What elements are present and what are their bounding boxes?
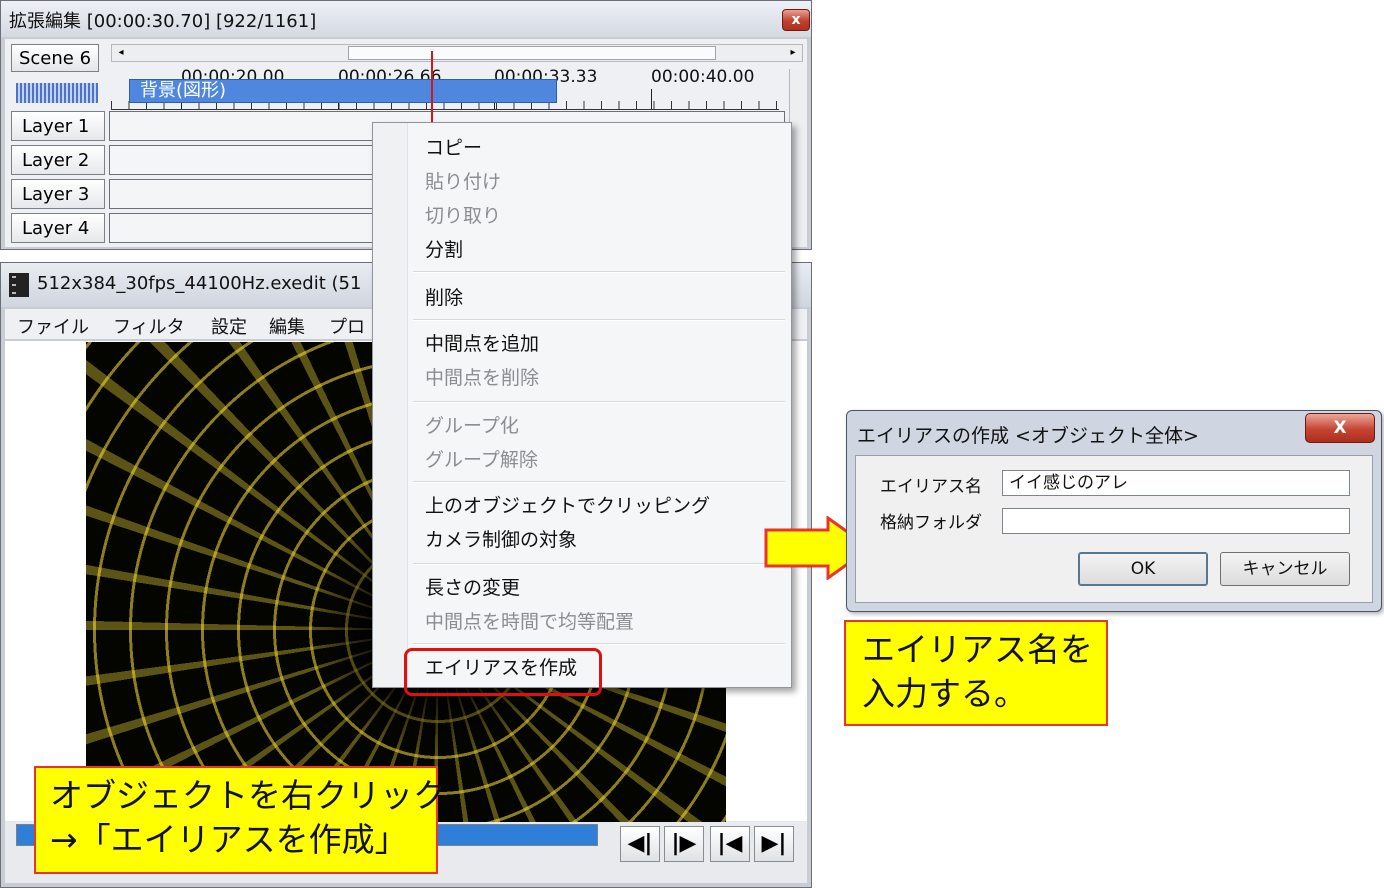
callout-line: エイリアス名を xyxy=(862,630,1093,669)
menu-separator xyxy=(413,481,785,483)
menu-separator xyxy=(413,563,785,565)
menu-item-change-length[interactable]: 長さの変更 xyxy=(425,573,520,600)
menu-item-ungroup: グループ解除 xyxy=(425,449,538,471)
menu-item-delete[interactable]: 削除 xyxy=(425,283,463,310)
layer-4-label[interactable]: Layer 4 xyxy=(11,213,105,243)
timeline-titlebar[interactable]: 拡張編集 [00:00:30.70] [922/1161] x xyxy=(1,1,811,37)
instruction-callout-right: エイリアス名を 入力する。 xyxy=(844,620,1108,726)
menu-item-distribute-midpoints: 中間点を時間で均等配置 xyxy=(425,611,635,633)
prev-frame-button[interactable]: ◀| xyxy=(620,826,660,862)
menu-item-copy[interactable]: コピー xyxy=(425,133,482,160)
menu-item-split[interactable]: 分割 xyxy=(425,235,463,262)
context-menu: コピー 貼り付け 切り取り 分割 削除 中間点を追加 中間点を削除 グループ化 … xyxy=(372,122,792,688)
scene-button[interactable]: Scene 6 xyxy=(11,44,99,72)
menu-item-remove-midpoint: 中間点を削除 xyxy=(425,367,540,389)
menu-separator xyxy=(413,271,785,273)
menu-profile[interactable]: プロ xyxy=(329,313,365,339)
dialog-close-button[interactable]: X xyxy=(1305,413,1375,443)
menu-item-add-midpoint[interactable]: 中間点を追加 xyxy=(425,329,539,356)
main-title: 512x384_30fps_44100Hz.exedit (51 xyxy=(37,273,362,294)
scroll-left-icon[interactable]: ◂ xyxy=(112,45,130,61)
dialog-body: エイリアス名 イイ感じのアレ 格納フォルダ OK キャンセル xyxy=(855,455,1373,603)
scroll-thumb[interactable] xyxy=(348,46,716,60)
menu-settings[interactable]: 設定 xyxy=(211,313,247,339)
menu-gutter xyxy=(373,123,408,687)
timeline-close-button[interactable]: x xyxy=(782,9,810,31)
alias-name-input[interactable]: イイ感じのアレ xyxy=(1002,470,1350,496)
cancel-button[interactable]: キャンセル xyxy=(1220,552,1350,586)
instruction-callout-left: オブジェクトを右クリック →「エイリアスを作成」 xyxy=(34,766,446,874)
scroll-right-icon[interactable]: ▸ xyxy=(784,45,802,61)
callout-line: オブジェクトを右クリック xyxy=(50,776,446,815)
menu-item-group: グループ化 xyxy=(425,415,519,437)
scale-meter[interactable] xyxy=(16,83,98,103)
alias-name-label: エイリアス名 xyxy=(880,477,982,497)
create-alias-highlight xyxy=(404,648,602,696)
film-icon xyxy=(9,273,29,297)
layer-1-label[interactable]: Layer 1 xyxy=(11,111,105,141)
menu-filter[interactable]: フィルタ xyxy=(113,313,185,339)
go-end-button[interactable]: ▶| xyxy=(754,826,794,862)
ruler-major-tick xyxy=(651,89,652,109)
create-alias-dialog: エイリアスの作成 <オブジェクト全体> X エイリアス名 イイ感じのアレ 格納フ… xyxy=(846,410,1382,612)
time-label: 00:00:40.00 xyxy=(651,67,755,87)
go-start-button[interactable]: |◀ xyxy=(710,826,750,862)
callout-line: →「エイリアスを作成」 xyxy=(50,820,408,859)
timeline-title: 拡張編集 [00:00:30.70] [922/1161] xyxy=(9,11,317,32)
menu-separator xyxy=(413,319,785,321)
menu-separator xyxy=(413,401,785,403)
dialog-title: エイリアスの作成 <オブジェクト全体> xyxy=(857,425,1199,447)
layer-2-label[interactable]: Layer 2 xyxy=(11,145,105,175)
ok-button[interactable]: OK xyxy=(1078,552,1208,586)
folder-input[interactable] xyxy=(1002,508,1350,534)
layer-3-label[interactable]: Layer 3 xyxy=(11,179,105,209)
menu-edit[interactable]: 編集 xyxy=(269,313,305,339)
menu-item-camera-target[interactable]: カメラ制御の対象 xyxy=(425,525,577,552)
menu-item-cut: 切り取り xyxy=(425,205,502,227)
menu-item-clip-with-upper[interactable]: 上のオブジェクトでクリッピング xyxy=(425,491,710,518)
object-clip[interactable]: 背景(図形) xyxy=(129,79,557,103)
menu-file[interactable]: ファイル xyxy=(17,313,89,339)
next-frame-button[interactable]: |▶ xyxy=(664,826,704,862)
folder-label: 格納フォルダ xyxy=(880,513,982,533)
callout-line: 入力する。 xyxy=(862,674,1027,713)
menu-item-paste: 貼り付け xyxy=(425,171,502,193)
menu-separator xyxy=(413,643,785,645)
timeline-horizontal-scrollbar[interactable]: ◂ ▸ xyxy=(111,44,803,62)
